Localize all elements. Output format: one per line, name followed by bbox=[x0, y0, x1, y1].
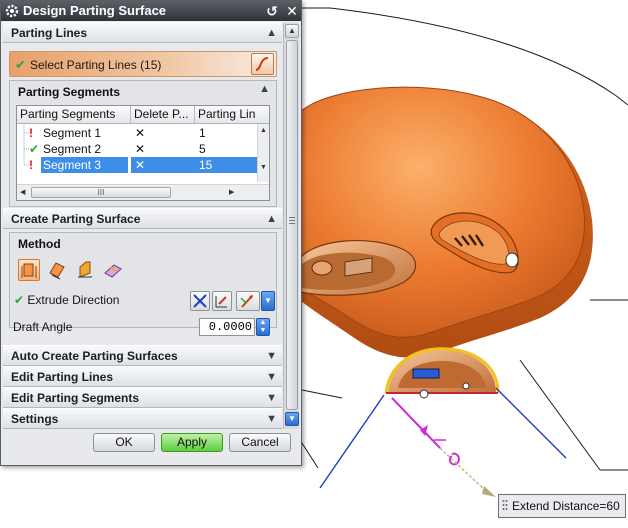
scroll-right-icon[interactable]: ▶ bbox=[229, 188, 234, 196]
inferred-vector-button[interactable] bbox=[236, 291, 260, 311]
chevron-down-icon: ▼ bbox=[266, 350, 277, 362]
check-icon: ✔ bbox=[14, 293, 25, 307]
select-parting-lines-row[interactable]: ✔ Select Parting Lines (15) bbox=[9, 51, 277, 77]
scroll-thumb[interactable]: III bbox=[31, 187, 171, 198]
extrude-direction-vector[interactable] bbox=[391, 397, 496, 497]
table-row[interactable]: ! Segment 1 ✕ 1 bbox=[17, 125, 257, 141]
scroll-up-icon[interactable]: ▲ bbox=[258, 127, 269, 134]
scroll-down-icon[interactable]: ▼ bbox=[285, 412, 299, 426]
section-create-parting-surface[interactable]: Create Parting Surface ▲ bbox=[3, 208, 282, 229]
ok-button[interactable]: OK bbox=[93, 433, 155, 452]
chevron-up-icon: ▲ bbox=[266, 213, 277, 225]
extrude-direction-label: Extrude Direction bbox=[27, 293, 120, 307]
scroll-left-icon[interactable]: ◀ bbox=[20, 188, 25, 196]
draft-angle-label: Draft Angle bbox=[13, 320, 73, 334]
check-icon: ✔ bbox=[15, 57, 26, 72]
section-title: Settings bbox=[11, 412, 59, 426]
section-title: Parting Lines bbox=[11, 26, 88, 40]
check-icon: ✔ bbox=[29, 142, 40, 156]
inferred-vector-icon bbox=[240, 295, 253, 308]
table-horizontal-scrollbar[interactable]: ◀ III ▶ bbox=[17, 184, 269, 200]
delete-mark[interactable]: ✕ bbox=[131, 125, 195, 141]
delete-mark[interactable]: ✕ bbox=[131, 141, 195, 157]
dialog-button-row: OK Apply Cancel bbox=[1, 430, 301, 460]
parting-segments-title: Parting Segments bbox=[18, 85, 121, 99]
segment-name: Segment 1 bbox=[43, 126, 102, 140]
dialog-titlebar[interactable]: Design Parting Surface ↺ ✕ bbox=[1, 1, 301, 21]
chevron-down-icon: ▼ bbox=[266, 371, 277, 383]
vector-dialog-icon bbox=[215, 296, 227, 308]
spin-down-icon[interactable]: ▼ bbox=[257, 327, 269, 335]
parting-line-count: 5 bbox=[199, 142, 206, 156]
reverse-direction-button[interactable] bbox=[190, 291, 210, 311]
extend-method-icon[interactable] bbox=[74, 259, 96, 281]
table-row[interactable]: ✔ Segment 2 ✕ 5 bbox=[17, 141, 257, 157]
parting-segments-group: Parting Segments ▲ Parting Segments Dele… bbox=[9, 80, 277, 207]
close-icon[interactable]: ✕ bbox=[283, 2, 301, 20]
reverse-direction-icon bbox=[193, 294, 207, 308]
parting-line-count: 15 bbox=[195, 157, 257, 173]
design-parting-surface-dialog: Design Parting Surface ↺ ✕ Parting Lines… bbox=[0, 0, 302, 466]
cancel-button[interactable]: Cancel bbox=[229, 433, 291, 452]
extrude-method-icon[interactable] bbox=[18, 259, 40, 281]
sweep-method-icon[interactable] bbox=[46, 259, 68, 281]
extrude-direction-row: ✔ Extrude Direction bbox=[14, 293, 119, 307]
section-title: Edit Parting Segments bbox=[11, 391, 140, 405]
segment-name: Segment 3 bbox=[41, 157, 128, 173]
error-icon: ! bbox=[29, 126, 33, 140]
section-settings[interactable]: Settings ▼ bbox=[3, 408, 282, 429]
parting-line-count: 1 bbox=[199, 126, 206, 140]
scroll-up-icon[interactable]: ▲ bbox=[285, 24, 299, 38]
curve-select-button[interactable] bbox=[251, 53, 274, 75]
scroll-thumb[interactable] bbox=[286, 40, 298, 410]
curve-icon bbox=[255, 57, 269, 71]
dialog-vertical-scrollbar[interactable]: ▲ ▼ bbox=[283, 23, 299, 429]
extend-distance-text: Extend Distance=60 bbox=[512, 499, 620, 513]
delete-mark[interactable]: ✕ bbox=[131, 157, 195, 173]
section-title: Create Parting Surface bbox=[11, 212, 141, 226]
section-title: Auto Create Parting Surfaces bbox=[11, 349, 178, 363]
grip-icon bbox=[502, 500, 508, 510]
vector-dialog-button[interactable] bbox=[212, 291, 232, 311]
error-icon: ! bbox=[29, 158, 33, 172]
molded-part[interactable] bbox=[299, 86, 593, 399]
column-header-parting-segments[interactable]: Parting Segments bbox=[17, 106, 131, 124]
parting-lines[interactable] bbox=[319, 387, 567, 489]
column-header-delete[interactable]: Delete P... bbox=[131, 106, 195, 124]
chevron-down-icon[interactable]: ▼ bbox=[261, 291, 275, 311]
select-parting-lines-label: Select Parting Lines (15) bbox=[30, 58, 162, 72]
table-vertical-scrollbar[interactable]: ▲ ▼ bbox=[257, 124, 269, 182]
dialog-title: Design Parting Surface bbox=[23, 3, 167, 18]
scroll-down-icon[interactable]: ▼ bbox=[258, 164, 269, 171]
chevron-up-icon[interactable]: ▲ bbox=[259, 83, 270, 95]
draft-angle-spinner[interactable]: ▲ ▼ bbox=[256, 318, 270, 336]
gear-icon[interactable] bbox=[4, 3, 20, 19]
parting-segments-table: Parting Segments Delete P... Parting Lin… bbox=[16, 105, 270, 201]
section-title: Edit Parting Lines bbox=[11, 370, 114, 384]
segment-name: Segment 2 bbox=[43, 142, 102, 156]
table-row-selected[interactable]: ! Segment 3 ✕ 15 bbox=[17, 157, 257, 173]
method-group: Method ✔ Extrude Direction ▼ bbox=[9, 232, 277, 328]
chevron-up-icon: ▲ bbox=[266, 27, 277, 39]
spin-up-icon[interactable]: ▲ bbox=[257, 319, 269, 327]
column-header-parting-line[interactable]: Parting Lin bbox=[195, 106, 269, 124]
section-edit-parting-lines[interactable]: Edit Parting Lines ▼ bbox=[3, 366, 282, 387]
bounded-plane-method-icon[interactable] bbox=[102, 259, 124, 281]
draft-angle-input[interactable] bbox=[199, 318, 255, 336]
chevron-down-icon: ▼ bbox=[266, 413, 277, 425]
dialog-content: Parting Lines ▲ ✔ Select Parting Lines (… bbox=[3, 22, 282, 429]
section-parting-lines[interactable]: Parting Lines ▲ bbox=[3, 22, 282, 43]
section-edit-parting-segments[interactable]: Edit Parting Segments ▼ bbox=[3, 387, 282, 408]
extend-distance-tooltip: Extend Distance=60 bbox=[498, 494, 626, 518]
chevron-down-icon: ▼ bbox=[266, 392, 277, 404]
section-auto-create-parting-surfaces[interactable]: Auto Create Parting Surfaces ▼ bbox=[3, 345, 282, 366]
apply-button[interactable]: Apply bbox=[161, 433, 223, 452]
method-title: Method bbox=[18, 237, 61, 251]
reset-icon[interactable]: ↺ bbox=[263, 2, 281, 20]
